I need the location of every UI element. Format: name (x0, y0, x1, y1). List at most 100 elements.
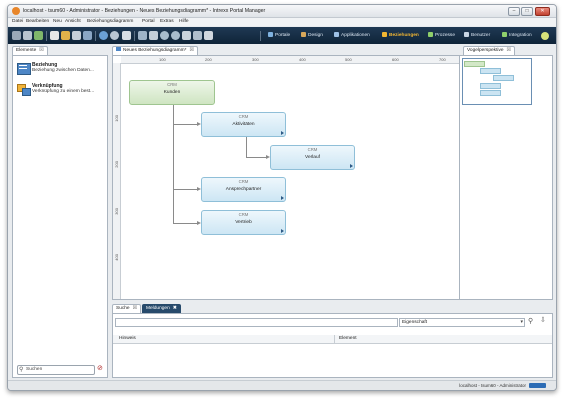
expand-marker-icon[interactable] (281, 131, 284, 135)
tab-meldungen[interactable]: Meldungen ✖ (142, 304, 181, 313)
overview-panel (459, 55, 553, 300)
clear-search-icon[interactable]: ⊘ (97, 365, 105, 373)
column-hinweis[interactable]: Hinweis (119, 336, 136, 341)
menu-neu[interactable]: Neu (53, 19, 62, 24)
portal-icon (268, 32, 273, 37)
property-select[interactable]: Eigenschaft ▾ (399, 318, 525, 327)
link-icon (17, 84, 31, 96)
layout-icon[interactable] (149, 31, 158, 40)
main-toolbar: Portale Design Applikationen Beziehungen… (8, 27, 556, 44)
vertical-ruler: 100 200 300 400 500 (113, 63, 121, 299)
bottom-panel: Eigenschaft ▾ ⚲ ⇩ Hinweis Element (112, 313, 553, 378)
expand-marker-icon[interactable] (350, 164, 353, 168)
overview-viewport[interactable] (462, 58, 532, 105)
palette-search-input[interactable]: ⚲ Suchen (17, 365, 95, 375)
connector-line (246, 157, 268, 158)
tab-suche[interactable]: Suche ☒ (112, 304, 141, 313)
overview-node (464, 61, 485, 67)
back-icon[interactable] (99, 31, 108, 40)
save-all-icon[interactable] (23, 31, 32, 40)
new-icon[interactable] (50, 31, 59, 40)
overview-node (480, 83, 501, 89)
palette-panel: Beziehung Beziehung zwischen Daten... Ve… (12, 55, 108, 378)
close-button[interactable]: ✕ (535, 7, 550, 16)
memory-indicator (529, 383, 546, 388)
status-bar: localhost - tsum60 - Administrator (8, 380, 556, 390)
search-icon[interactable]: ⚲ (528, 317, 533, 325)
messages-table-header: Hinweis Element (113, 335, 552, 344)
entity-node-vertrieb[interactable]: CRM Vertrieb (201, 210, 286, 235)
perspective-portale[interactable]: Portale (268, 32, 290, 38)
close-tab-icon[interactable]: ✖ (173, 306, 177, 311)
minimize-button[interactable]: – (508, 7, 520, 16)
maximize-button[interactable]: □ (521, 7, 533, 16)
properties-icon[interactable] (138, 31, 147, 40)
toolbar-separator (95, 31, 96, 41)
download-icon[interactable]: ⇩ (540, 316, 546, 324)
tab-vogelperspektive[interactable]: Vogelperspektive ☒ (463, 46, 515, 55)
save-icon[interactable] (12, 31, 21, 40)
tab-elemente[interactable]: Elemente ☒ (12, 46, 48, 55)
publish-icon[interactable] (34, 31, 43, 40)
close-tab-icon[interactable]: ☒ (133, 306, 137, 311)
overview-node (480, 68, 501, 74)
tab-neues-beziehungsdiagramm[interactable]: Neues Beziehungsdiagramm* ☒ (112, 46, 198, 55)
design-icon (301, 32, 306, 37)
chevron-down-icon: ▾ (520, 319, 523, 325)
column-divider (334, 335, 335, 343)
open-icon[interactable] (61, 31, 70, 40)
status-text: localhost - tsum60 - Administrator (459, 383, 526, 388)
entity-node-kunden[interactable]: CRM Kunden (129, 80, 215, 105)
menu-hilfe[interactable]: Hilfe (179, 19, 189, 24)
menu-extras[interactable]: Extras (160, 19, 174, 24)
toolbar-separator (134, 31, 135, 41)
menu-bearbeiten[interactable]: Bearbeiten (26, 19, 49, 24)
expand-marker-icon[interactable] (281, 229, 284, 233)
align-icon[interactable] (193, 31, 202, 40)
main-window: localhost - tsum60 - Administrator - Bez… (7, 4, 557, 391)
close-tab-icon[interactable]: ☒ (39, 48, 43, 53)
menu-ansicht[interactable]: Ansicht (65, 19, 81, 24)
perspective-applikationen[interactable]: Applikationen (334, 32, 370, 38)
horizontal-ruler: 100 200 300 400 500 600 700 (121, 56, 460, 64)
perspective-benutzer[interactable]: Benutzer (464, 32, 490, 38)
app-icon (12, 7, 20, 15)
paste-icon[interactable] (83, 31, 92, 40)
diagram-editor: 100 200 300 400 500 600 700 100 200 300 … (112, 55, 461, 300)
zoom-out-icon[interactable] (171, 31, 180, 40)
applications-icon (334, 32, 339, 37)
print-icon[interactable] (204, 31, 213, 40)
menu-datei[interactable]: Datei (12, 19, 23, 24)
menu-portal[interactable]: Portal (142, 19, 155, 24)
toolbar-separator (46, 31, 47, 41)
help-icon[interactable] (541, 32, 549, 40)
toolbar-separator (260, 31, 261, 41)
entity-node-verlauf[interactable]: CRM Verlauf (270, 145, 355, 170)
palette-item-verknuepfung[interactable]: Verknüpfung Verknüpfung zu einem best... (17, 83, 107, 103)
perspective-prozesse[interactable]: Prozesse (428, 32, 455, 38)
users-icon (464, 32, 469, 37)
processes-icon (428, 32, 433, 37)
perspective-beziehungen[interactable]: Beziehungen (382, 32, 419, 38)
perspective-integration[interactable]: Integration (502, 32, 532, 38)
connector-line (173, 223, 199, 224)
edit-icon[interactable] (122, 31, 131, 40)
zoom-in-icon[interactable] (160, 31, 169, 40)
entity-node-ansprechpartner[interactable]: CRM Ansprechpartner (201, 177, 286, 202)
close-tab-icon[interactable]: ☒ (507, 48, 511, 53)
palette-item-beziehung[interactable]: Beziehung Beziehung zwischen Daten... (17, 62, 107, 82)
connector-line (173, 124, 199, 125)
column-element[interactable]: Element (339, 336, 357, 341)
close-tab-icon[interactable]: ☒ (189, 48, 193, 53)
copy-icon[interactable] (72, 31, 81, 40)
connector-line (173, 103, 174, 224)
perspective-design[interactable]: Design (301, 32, 323, 38)
relations-icon (382, 32, 387, 37)
expand-marker-icon[interactable] (281, 196, 284, 200)
grid-icon[interactable] (182, 31, 191, 40)
menu-beziehungsdiagramm[interactable]: Beziehungsdiagramm (87, 19, 133, 24)
search-text-input[interactable] (115, 318, 398, 327)
entity-node-aktivitaeten[interactable]: CRM Aktivitäten (201, 112, 286, 137)
integration-icon (502, 32, 507, 37)
forward-icon[interactable] (110, 31, 119, 40)
